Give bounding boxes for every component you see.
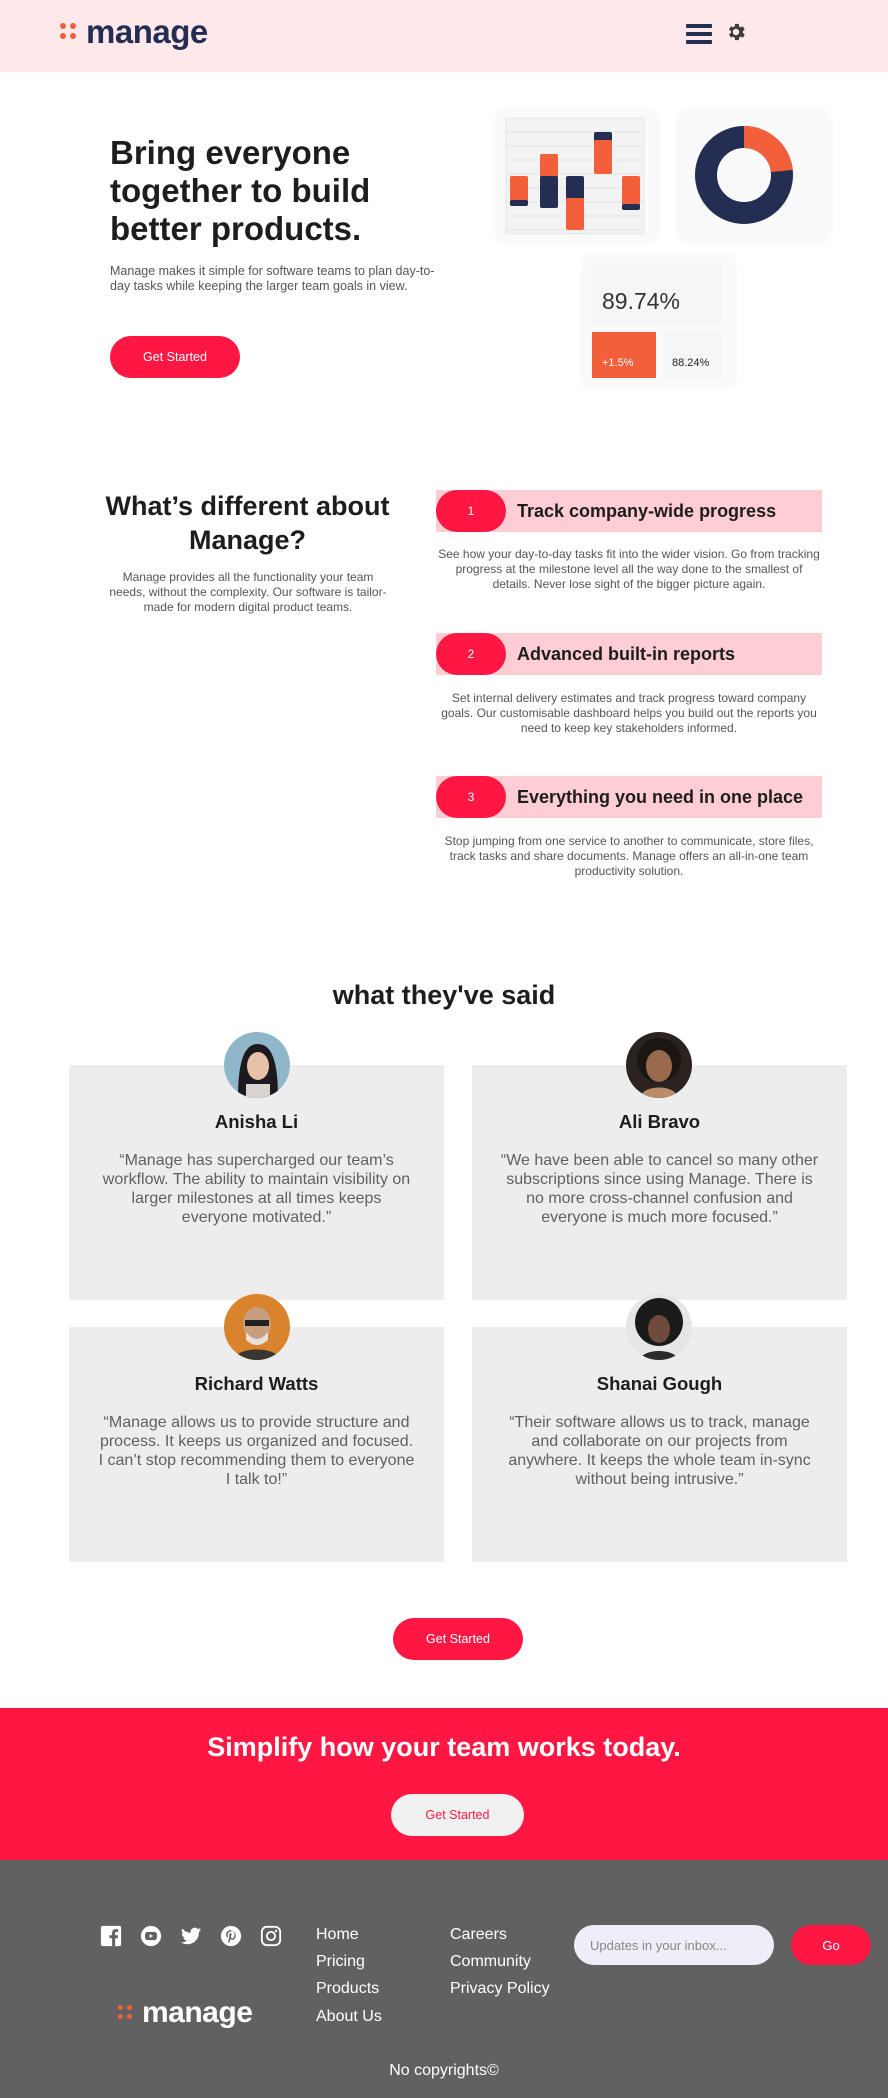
testimonial-card: Ali Bravo “We have been able to cancel s… [472, 1065, 847, 1300]
stat-secondary-value: 88.24% [672, 357, 710, 369]
hero-title: Bring everyone together to build better … [110, 134, 371, 247]
testimonials-title: what they've said [332, 980, 556, 1010]
avatar-ali-bravo [626, 1032, 692, 1098]
testimonial-quote: “We have been able to cancel so many oth… [500, 1152, 819, 1226]
stat-secondary-box: 88.24% [664, 332, 722, 378]
donut-chart-graphic [695, 126, 793, 224]
footer-link-products[interactable]: Products [316, 1979, 379, 1998]
twitter-icon[interactable] [180, 1925, 202, 1947]
hero-description: Manage makes it simple for software team… [110, 264, 435, 293]
testimonial-card: Anisha Li “Manage has supercharged our t… [69, 1065, 444, 1300]
newsletter-email-input[interactable]: Updates in your inbox... [574, 1925, 774, 1965]
testimonials-get-started-button[interactable]: Get Started [393, 1618, 523, 1660]
testimonial-name: Anisha Li [214, 1111, 299, 1132]
feature-title: Track company-wide progress [517, 501, 777, 521]
feature-description: Set internal delivery estimates and trac… [441, 691, 817, 735]
features-description: Manage provides all the functionality yo… [109, 570, 387, 614]
footer-link-privacy-policy[interactable]: Privacy Policy [450, 1979, 550, 1998]
feature-item-3: 3 Everything you need in one place [436, 776, 822, 818]
avatar-richard-watts [224, 1294, 290, 1360]
copyright-text: No copyrights© [389, 2062, 499, 2079]
footer-link-about-us[interactable]: About Us [316, 2007, 382, 2026]
testimonial-name: Shanai Gough [596, 1373, 723, 1394]
testimonial-name: Ali Bravo [618, 1111, 701, 1132]
testimonial-name: Richard Watts [194, 1373, 319, 1394]
feature-description: See how your day-to-day tasks fit into t… [438, 547, 820, 591]
features-title: What’s different about Manage? [105, 491, 390, 555]
testimonial-card: Richard Watts “Manage allows us to provi… [69, 1327, 444, 1562]
footer-logo[interactable]: manage [118, 1996, 253, 2030]
testimonial-card: Shanai Gough “Their software allows us t… [472, 1327, 847, 1562]
stats-card: 89.74% +1.5% 88.24% [584, 258, 732, 386]
feature-number-badge: 2 [436, 633, 506, 675]
site-footer: manage Home Pricing Products About Us Ca… [0, 1860, 888, 2098]
newsletter-go-button[interactable]: Go [791, 1925, 871, 1965]
footer-link-home[interactable]: Home [316, 1925, 359, 1944]
logo-text: manage [86, 13, 208, 50]
cta-get-started-button[interactable]: Get Started [391, 1794, 524, 1836]
pinterest-icon[interactable] [220, 1925, 242, 1947]
hero-get-started-button[interactable]: Get Started [110, 336, 240, 378]
testimonial-quote: “Manage has supercharged our team’s work… [102, 1152, 411, 1226]
footer-logo-text: manage [142, 1996, 253, 2029]
feature-number-badge: 1 [436, 490, 506, 532]
feature-item-2: 2 Advanced built-in reports [436, 633, 822, 675]
bar-chart-card [498, 112, 656, 240]
testimonial-quote: “Their software allows us to track, mana… [508, 1414, 811, 1488]
footer-link-careers[interactable]: Careers [450, 1925, 507, 1944]
feature-description: Stop jumping from one service to another… [444, 834, 814, 878]
logo-dots-icon [118, 2005, 134, 2021]
logo-dots-icon [60, 23, 78, 41]
donut-chart-card [680, 112, 828, 240]
feature-item-1: 1 Track company-wide progress [436, 490, 822, 532]
cta-banner: Simplify how your team works today. Get … [0, 1708, 888, 1860]
logo[interactable]: manage [60, 14, 208, 50]
feature-number-badge: 3 [436, 776, 506, 818]
footer-link-community[interactable]: Community [450, 1952, 531, 1971]
feature-title: Advanced built-in reports [517, 644, 736, 664]
cta-title: Simplify how your team works today. [207, 1732, 681, 1762]
hamburger-menu-icon[interactable] [686, 24, 712, 46]
bar-chart-graphic [505, 117, 645, 235]
gear-icon[interactable] [725, 21, 747, 43]
avatar-shanai-gough [626, 1294, 692, 1360]
footer-link-pricing[interactable]: Pricing [316, 1952, 365, 1971]
youtube-icon[interactable] [140, 1925, 162, 1947]
stat-change-value: +1.5% [602, 357, 634, 369]
stat-change-box: +1.5% [592, 332, 656, 378]
feature-title: Everything you need in one place [517, 787, 804, 807]
testimonial-quote: “Manage allows us to provide structure a… [98, 1414, 415, 1488]
stats-main-panel: 89.74% [592, 262, 722, 326]
facebook-icon[interactable] [100, 1925, 122, 1947]
site-header: manage [0, 0, 888, 72]
stat-main-value: 89.74% [602, 288, 681, 314]
avatar-anisha-li [224, 1032, 290, 1098]
instagram-icon[interactable] [260, 1925, 282, 1947]
